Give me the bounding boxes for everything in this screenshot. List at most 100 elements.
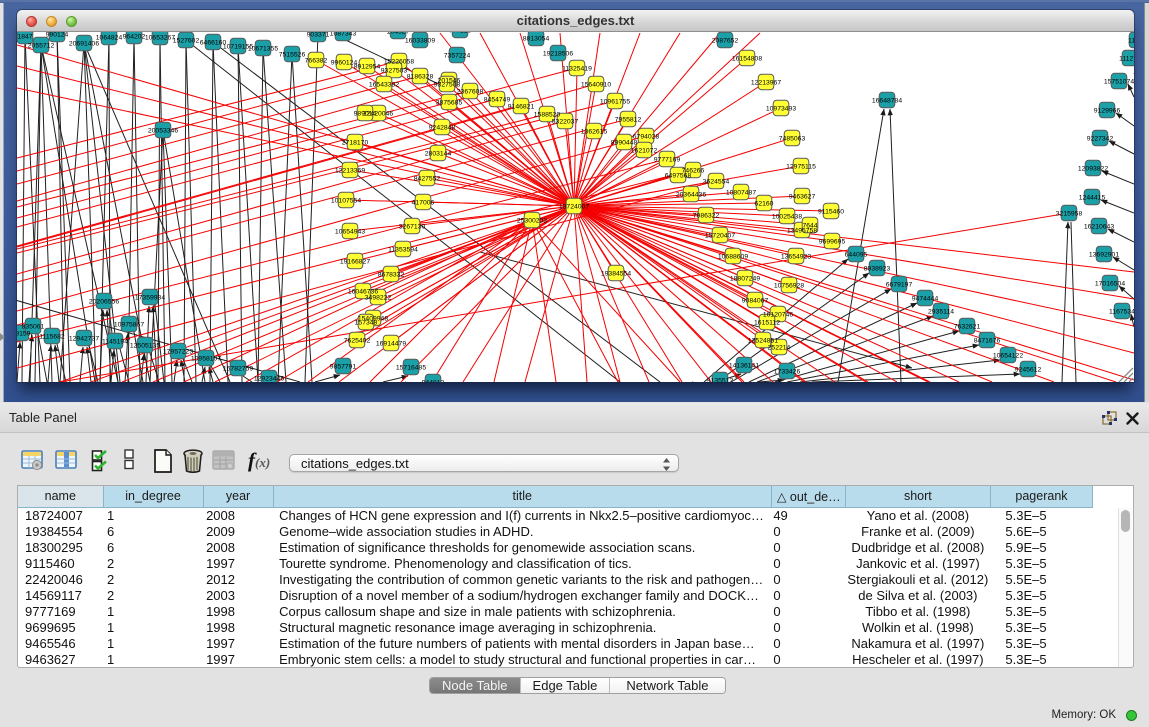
svg-text:1621072: 1621072 bbox=[631, 147, 658, 154]
svg-text:20206556: 20206556 bbox=[89, 298, 119, 305]
svg-text:12942737: 12942737 bbox=[69, 335, 99, 342]
svg-text:11353594: 11353594 bbox=[388, 246, 418, 253]
svg-text:8186328: 8186328 bbox=[407, 73, 434, 80]
svg-text:10107554: 10107554 bbox=[331, 197, 361, 204]
svg-text:16033809: 16033809 bbox=[405, 37, 435, 44]
svg-text:13654923: 13654923 bbox=[781, 253, 811, 260]
svg-text:9474444: 9474444 bbox=[912, 295, 939, 302]
svg-text:1588520: 1588520 bbox=[534, 111, 561, 118]
svg-text:10654122: 10654122 bbox=[993, 352, 1023, 359]
svg-text:746266: 746266 bbox=[682, 167, 705, 174]
svg-text:16782759: 16782759 bbox=[223, 365, 253, 372]
svg-text:9135512: 9135512 bbox=[707, 377, 734, 382]
svg-text:17359934: 17359934 bbox=[135, 294, 165, 301]
svg-text:14136141: 14136141 bbox=[729, 362, 759, 369]
svg-text:157348: 157348 bbox=[355, 319, 378, 326]
svg-text:9327508: 9327508 bbox=[434, 81, 461, 88]
svg-text:15720407: 15720407 bbox=[705, 232, 735, 239]
svg-text:11325419: 11325419 bbox=[562, 65, 592, 72]
svg-text:12093822: 12093822 bbox=[1078, 165, 1108, 172]
svg-text:7625402: 7625402 bbox=[344, 337, 371, 344]
svg-text:20053346: 20053346 bbox=[148, 127, 178, 134]
svg-text:9699695: 9699695 bbox=[819, 238, 846, 245]
svg-text:10654943: 10654943 bbox=[335, 228, 365, 235]
svg-text:12923446: 12923446 bbox=[254, 375, 284, 382]
svg-text:990124: 990124 bbox=[46, 32, 69, 38]
svg-text:7357224: 7357224 bbox=[444, 52, 471, 59]
svg-text:2803144: 2803144 bbox=[425, 150, 452, 157]
svg-text:1847: 1847 bbox=[17, 33, 32, 40]
svg-text:8938923: 8938923 bbox=[864, 265, 891, 272]
svg-text:2718170: 2718170 bbox=[342, 139, 369, 146]
svg-text:12505135: 12505135 bbox=[130, 342, 160, 349]
svg-text:15226058: 15226058 bbox=[384, 58, 414, 65]
svg-text:25300203: 25300203 bbox=[517, 217, 547, 224]
svg-text:2087652: 2087652 bbox=[712, 37, 739, 44]
svg-text:15716485: 15716485 bbox=[396, 364, 426, 371]
svg-text:62160: 62160 bbox=[755, 200, 774, 207]
svg-text:10807487: 10807487 bbox=[726, 189, 756, 196]
svg-text:9245612: 9245612 bbox=[1015, 366, 1042, 373]
svg-text:1615112: 1615112 bbox=[754, 319, 780, 326]
svg-text:16543382: 16543382 bbox=[369, 81, 399, 88]
svg-text:944812: 944812 bbox=[422, 379, 445, 382]
svg-text:7632621: 7632621 bbox=[954, 323, 981, 330]
svg-text:12975115: 12975115 bbox=[786, 163, 816, 170]
svg-text:9084067: 9084067 bbox=[742, 297, 769, 304]
svg-text:17016504: 17016504 bbox=[1095, 280, 1125, 287]
svg-text:15640910: 15640910 bbox=[581, 81, 611, 88]
svg-text:11121: 11121 bbox=[1128, 37, 1134, 44]
svg-text:7986322: 7986322 bbox=[693, 212, 720, 219]
svg-text:12213369: 12213369 bbox=[335, 167, 365, 174]
svg-text:12213967: 12213967 bbox=[751, 79, 781, 86]
svg-text:16648784: 16648784 bbox=[872, 97, 902, 104]
svg-text:18807249: 18807249 bbox=[730, 275, 760, 282]
svg-text:417006: 417006 bbox=[412, 199, 435, 206]
svg-text:5322037: 5322037 bbox=[552, 118, 579, 125]
svg-text:2367608: 2367608 bbox=[457, 88, 484, 95]
svg-text:8454749: 8454749 bbox=[484, 96, 511, 103]
svg-text:3875685: 3875685 bbox=[436, 99, 463, 106]
svg-text:20691406: 20691406 bbox=[69, 40, 99, 47]
svg-text:9129966: 9129966 bbox=[1094, 107, 1121, 114]
svg-text:9146821: 9146821 bbox=[508, 103, 535, 110]
svg-text:8813054: 8813054 bbox=[523, 35, 550, 42]
svg-text:8912954: 8912954 bbox=[354, 63, 381, 70]
svg-text:13524851: 13524851 bbox=[748, 337, 778, 344]
svg-text:9115460: 9115460 bbox=[818, 208, 844, 215]
svg-text:9857791: 9857791 bbox=[330, 363, 357, 370]
svg-text:16154808: 16154808 bbox=[732, 55, 762, 62]
svg-text:9777169: 9777169 bbox=[654, 156, 681, 163]
svg-text:19384554: 19384554 bbox=[601, 270, 631, 277]
svg-text:13692901: 13692901 bbox=[1089, 251, 1119, 258]
svg-text:6679197: 6679197 bbox=[886, 281, 913, 288]
svg-text:7644: 7644 bbox=[802, 222, 817, 229]
svg-text:39159: 39159 bbox=[17, 330, 31, 337]
svg-text:10025438: 10025438 bbox=[772, 213, 802, 220]
svg-text:104527: 104527 bbox=[387, 32, 410, 35]
svg-text:1362615: 1362615 bbox=[581, 128, 608, 135]
svg-text:16120746: 16120746 bbox=[763, 311, 793, 318]
svg-text:8427552: 8427552 bbox=[414, 175, 441, 182]
svg-text:9242848: 9242848 bbox=[429, 124, 456, 131]
svg-text:18724007: 18724007 bbox=[559, 203, 589, 210]
svg-text:252214: 252214 bbox=[768, 344, 791, 351]
svg-text:9227342: 9227342 bbox=[1087, 135, 1114, 142]
svg-text:1115682: 1115682 bbox=[39, 333, 65, 340]
svg-text:10653267: 10653267 bbox=[145, 34, 175, 41]
svg-text:7955812: 7955812 bbox=[615, 116, 642, 123]
svg-text:8990448: 8990448 bbox=[611, 139, 638, 146]
svg-text:903371: 903371 bbox=[307, 32, 330, 38]
svg-text:2055712: 2055712 bbox=[28, 42, 55, 49]
svg-text:19218506: 19218506 bbox=[543, 50, 573, 57]
svg-text:3498222: 3498222 bbox=[365, 294, 392, 301]
svg-text:10973493: 10973493 bbox=[766, 105, 796, 112]
svg-text:2935114: 2935114 bbox=[928, 308, 954, 315]
svg-text:964202: 964202 bbox=[123, 33, 146, 40]
svg-text:10756928: 10756928 bbox=[774, 282, 804, 289]
svg-text:19166827: 19166827 bbox=[340, 258, 370, 265]
svg-text:15751074: 15751074 bbox=[1104, 78, 1134, 85]
svg-text:16210643: 16210643 bbox=[1084, 223, 1114, 230]
svg-text:835061: 835061 bbox=[22, 323, 45, 330]
svg-text:8471676: 8471676 bbox=[974, 337, 1001, 344]
